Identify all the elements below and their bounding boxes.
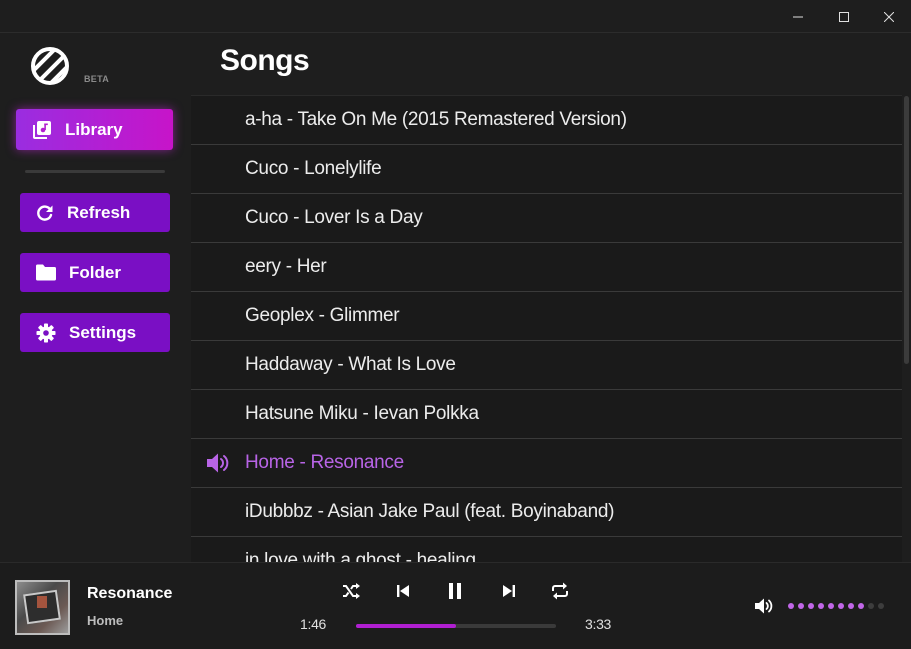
- now-playing-title: Resonance: [87, 585, 173, 602]
- song-title: Hatsune Miku - Ievan Polkka: [245, 403, 479, 424]
- app-logo: [31, 47, 69, 85]
- repeat-button[interactable]: [548, 579, 572, 603]
- song-title: Cuco - Lonelylife: [245, 158, 382, 179]
- current-time: 1:46: [300, 616, 327, 632]
- sidebar-item-refresh[interactable]: Refresh: [20, 193, 170, 232]
- list-item[interactable]: Geoplex - Glimmer: [191, 292, 902, 341]
- previous-button[interactable]: [391, 579, 415, 603]
- progress-fill: [356, 624, 456, 628]
- song-title: Haddaway - What Is Love: [245, 354, 456, 375]
- skip-next-icon: [503, 585, 515, 597]
- sidebar-item-folder[interactable]: Folder: [20, 253, 170, 292]
- song-title: Home - Resonance: [245, 452, 404, 473]
- page-title: Songs: [220, 44, 310, 77]
- song-title: eery - Her: [245, 256, 327, 277]
- shuffle-button[interactable]: [339, 579, 363, 603]
- sidebar-item-label: Library: [65, 119, 123, 139]
- repeat-icon: [552, 582, 568, 600]
- sidebar-item-settings[interactable]: Settings: [20, 313, 170, 352]
- volume-dot[interactable]: [828, 603, 834, 609]
- folder-icon: [36, 264, 56, 281]
- song-list-scrollbar[interactable]: [902, 96, 911, 562]
- scrollbar-thumb[interactable]: [904, 96, 909, 364]
- list-item[interactable]: a-ha - Take On Me (2015 Remastered Versi…: [191, 96, 902, 145]
- shuffle-icon: [343, 583, 360, 599]
- skip-previous-icon: [397, 585, 409, 597]
- library-icon: [33, 120, 51, 139]
- volume-dot[interactable]: [858, 603, 864, 609]
- list-item[interactable]: Cuco - Lover Is a Day: [191, 194, 902, 243]
- song-title: in love with a ghost - healing: [245, 550, 476, 562]
- volume-dot[interactable]: [798, 603, 804, 609]
- album-cover: [15, 580, 70, 635]
- close-icon: [884, 11, 894, 22]
- list-item-now-playing[interactable]: Home - Resonance: [191, 439, 902, 488]
- maximize-button[interactable]: [821, 0, 867, 33]
- volume-dot[interactable]: [838, 603, 844, 609]
- volume-dot[interactable]: [868, 603, 874, 609]
- refresh-icon: [37, 204, 53, 221]
- volume-dot[interactable]: [878, 603, 884, 609]
- sidebar-item-label: Settings: [69, 322, 137, 342]
- song-title: a-ha - Take On Me (2015 Remastered Versi…: [245, 109, 627, 130]
- now-playing-artist: Home: [87, 613, 124, 628]
- next-button[interactable]: [497, 579, 521, 603]
- sidebar: BETA Library Refresh Folder Settings: [0, 34, 190, 562]
- sidebar-item-label: Folder: [69, 262, 121, 282]
- maximize-icon: [839, 11, 849, 22]
- speaker-icon: [207, 453, 229, 473]
- minimize-button[interactable]: [775, 0, 821, 33]
- list-item[interactable]: eery - Her: [191, 243, 902, 292]
- title-bar: [0, 0, 911, 33]
- sidebar-item-label: Refresh: [67, 202, 131, 222]
- minimize-icon: [793, 16, 803, 17]
- list-item[interactable]: Haddaway - What Is Love: [191, 341, 902, 390]
- sidebar-divider: [25, 170, 165, 173]
- beta-label: BETA: [84, 74, 110, 84]
- pause-icon: [449, 583, 461, 599]
- volume-icon: [755, 598, 773, 614]
- volume-dot[interactable]: [788, 603, 794, 609]
- pause-button[interactable]: [443, 579, 467, 603]
- song-list: a-ha - Take On Me (2015 Remastered Versi…: [191, 95, 902, 562]
- volume-button[interactable]: [754, 597, 774, 620]
- list-item[interactable]: Hatsune Miku - Ievan Polkka: [191, 390, 902, 439]
- volume-dot[interactable]: [808, 603, 814, 609]
- list-item[interactable]: iDubbbz - Asian Jake Paul (feat. Boyinab…: [191, 488, 902, 537]
- gear-icon: [36, 323, 56, 342]
- song-title: iDubbbz - Asian Jake Paul (feat. Boyinab…: [245, 501, 615, 522]
- progress-bar[interactable]: [356, 624, 556, 628]
- volume-dot[interactable]: [848, 603, 854, 609]
- close-button[interactable]: [866, 0, 911, 33]
- player-bar: Resonance Home 1:46 3:33: [0, 562, 911, 649]
- song-title: Geoplex - Glimmer: [245, 305, 400, 326]
- total-time: 3:33: [585, 616, 612, 632]
- volume-slider[interactable]: [788, 603, 884, 609]
- list-item[interactable]: Cuco - Lonelylife: [191, 145, 902, 194]
- sidebar-item-library[interactable]: Library: [16, 109, 173, 150]
- volume-dot[interactable]: [818, 603, 824, 609]
- list-item[interactable]: in love with a ghost - healing: [191, 537, 902, 562]
- song-title: Cuco - Lover Is a Day: [245, 207, 423, 228]
